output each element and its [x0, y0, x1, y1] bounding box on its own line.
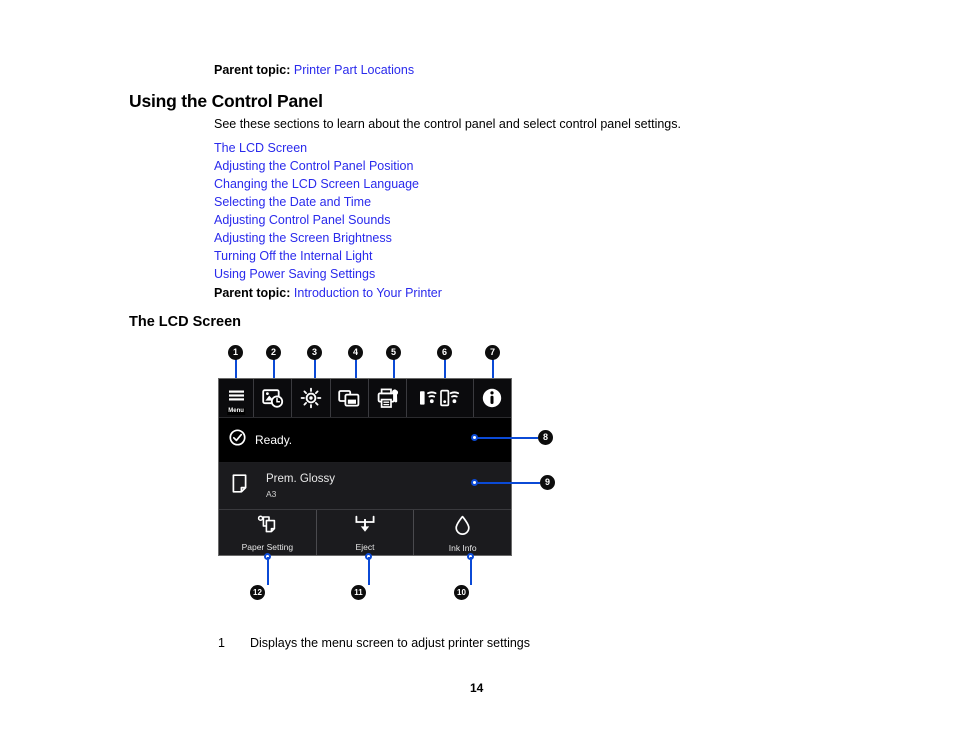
- leader-line-11: [368, 557, 370, 585]
- callout-8: 8: [538, 430, 553, 445]
- callout-9: 9: [540, 475, 555, 490]
- document-page: Parent topic: Printer Part Locations Usi…: [0, 0, 954, 738]
- callout-11: 11: [351, 585, 366, 600]
- callout-2: 2: [266, 345, 281, 360]
- breadcrumb-parent-topic-top: Parent topic: Printer Part Locations: [214, 62, 414, 78]
- eject-icon: [354, 515, 376, 539]
- list-item: 1 Displays the menu screen to adjust pri…: [218, 636, 530, 650]
- lcd-button-paper-setting-label: Paper Setting: [241, 542, 294, 552]
- internal-light-icon: [300, 387, 322, 409]
- link-selecting-the-date-and-time[interactable]: Selecting the Date and Time: [214, 193, 419, 211]
- legend-item-number: 1: [218, 636, 225, 650]
- menu-icon: [227, 389, 246, 407]
- printer-maintenance-icon: [377, 388, 399, 409]
- parent-topic-link[interactable]: Printer Part Locations: [294, 63, 414, 77]
- callout-1: 1: [228, 345, 243, 360]
- legend-item-text: Displays the menu screen to adjust print…: [250, 636, 530, 650]
- subsection-title: The LCD Screen: [129, 314, 241, 330]
- job-queue-icon: [338, 389, 360, 408]
- paper-setting-icon: [257, 515, 278, 539]
- check-circle-icon: [229, 429, 246, 451]
- lcd-button-eject-label: Eject: [355, 542, 375, 552]
- print-history-icon: [262, 388, 284, 408]
- toolbar-button-printer-maintenance[interactable]: [369, 379, 408, 417]
- page-title: Using the Control Panel: [129, 91, 323, 111]
- parent-topic-link[interactable]: Introduction to Your Printer: [294, 286, 442, 300]
- information-icon: [481, 387, 503, 409]
- leader-line-8: [476, 437, 538, 439]
- lcd-button-ink-info-label: Ink Info: [448, 542, 477, 553]
- link-changing-the-lcd-screen-language[interactable]: Changing the LCD Screen Language: [214, 175, 419, 193]
- link-the-lcd-screen[interactable]: The LCD Screen: [214, 139, 419, 157]
- callout-5: 5: [386, 345, 401, 360]
- figure-legend-list: 1 Displays the menu screen to adjust pri…: [218, 636, 530, 650]
- lcd-button-ink-info[interactable]: Ink Info: [414, 510, 511, 555]
- lcd-button-paper-setting[interactable]: Paper Setting: [219, 510, 317, 555]
- callout-10: 10: [454, 585, 469, 600]
- toolbar-button-print-history[interactable]: [254, 379, 293, 417]
- section-link-list: The LCD Screen Adjusting the Control Pan…: [214, 139, 419, 283]
- toolbar-button-menu[interactable]: Menu: [219, 379, 255, 417]
- leader-line-9: [476, 482, 540, 484]
- callout-3: 3: [307, 345, 322, 360]
- ink-drop-icon: [454, 515, 471, 540]
- leader-line-12: [267, 557, 269, 585]
- lcd-paper-info: Prem. Glossy A3: [266, 472, 335, 500]
- callout-7: 7: [485, 345, 500, 360]
- toolbar-button-information[interactable]: [474, 379, 511, 417]
- link-turning-off-the-internal-light[interactable]: Turning Off the Internal Light: [214, 247, 419, 265]
- toolbar-button-internal-light[interactable]: [292, 379, 331, 417]
- leader-line-10: [470, 557, 472, 585]
- page-number: 14: [470, 681, 484, 695]
- link-adjusting-the-control-panel-position[interactable]: Adjusting the Control Panel Position: [214, 157, 419, 175]
- breadcrumb-parent-topic-section: Parent topic: Introduction to Your Print…: [214, 285, 442, 301]
- paper-sheet-icon: [232, 474, 248, 498]
- lcd-button-row: Paper Setting Eject Ink Info: [219, 510, 511, 555]
- toolbar-button-menu-label: Menu: [227, 408, 245, 415]
- link-using-power-saving-settings[interactable]: Using Power Saving Settings: [214, 265, 419, 283]
- toolbar-button-network-status[interactable]: [407, 379, 474, 417]
- lcd-status-text: Ready.: [255, 433, 293, 447]
- callout-12: 12: [250, 585, 265, 600]
- lcd-button-eject[interactable]: Eject: [317, 510, 415, 555]
- lcd-paper-type: Prem. Glossy: [266, 473, 336, 485]
- lcd-panel: Menu Ready. Prem. Glossy A3 Paper Settin…: [218, 378, 512, 556]
- lcd-toolbar: Menu: [219, 379, 511, 418]
- lcd-paper-size: A3: [266, 489, 277, 500]
- toolbar-button-job-queue[interactable]: [331, 379, 369, 417]
- lcd-status-row[interactable]: Ready.: [219, 418, 511, 463]
- lcd-screen-figure: 1 2 3 4 5 6 7 Menu Ready. Prem. Glossy A…: [218, 344, 568, 609]
- callout-6: 6: [437, 345, 452, 360]
- link-adjusting-control-panel-sounds[interactable]: Adjusting Control Panel Sounds: [214, 211, 419, 229]
- network-status-icon: [419, 388, 461, 408]
- parent-topic-label: Parent topic:: [214, 63, 291, 77]
- link-adjusting-the-screen-brightness[interactable]: Adjusting the Screen Brightness: [214, 229, 419, 247]
- lcd-paper-row[interactable]: Prem. Glossy A3: [219, 463, 511, 510]
- section-intro-text: See these sections to learn about the co…: [214, 117, 681, 131]
- callout-4: 4: [348, 345, 363, 360]
- parent-topic-label: Parent topic:: [214, 286, 291, 300]
